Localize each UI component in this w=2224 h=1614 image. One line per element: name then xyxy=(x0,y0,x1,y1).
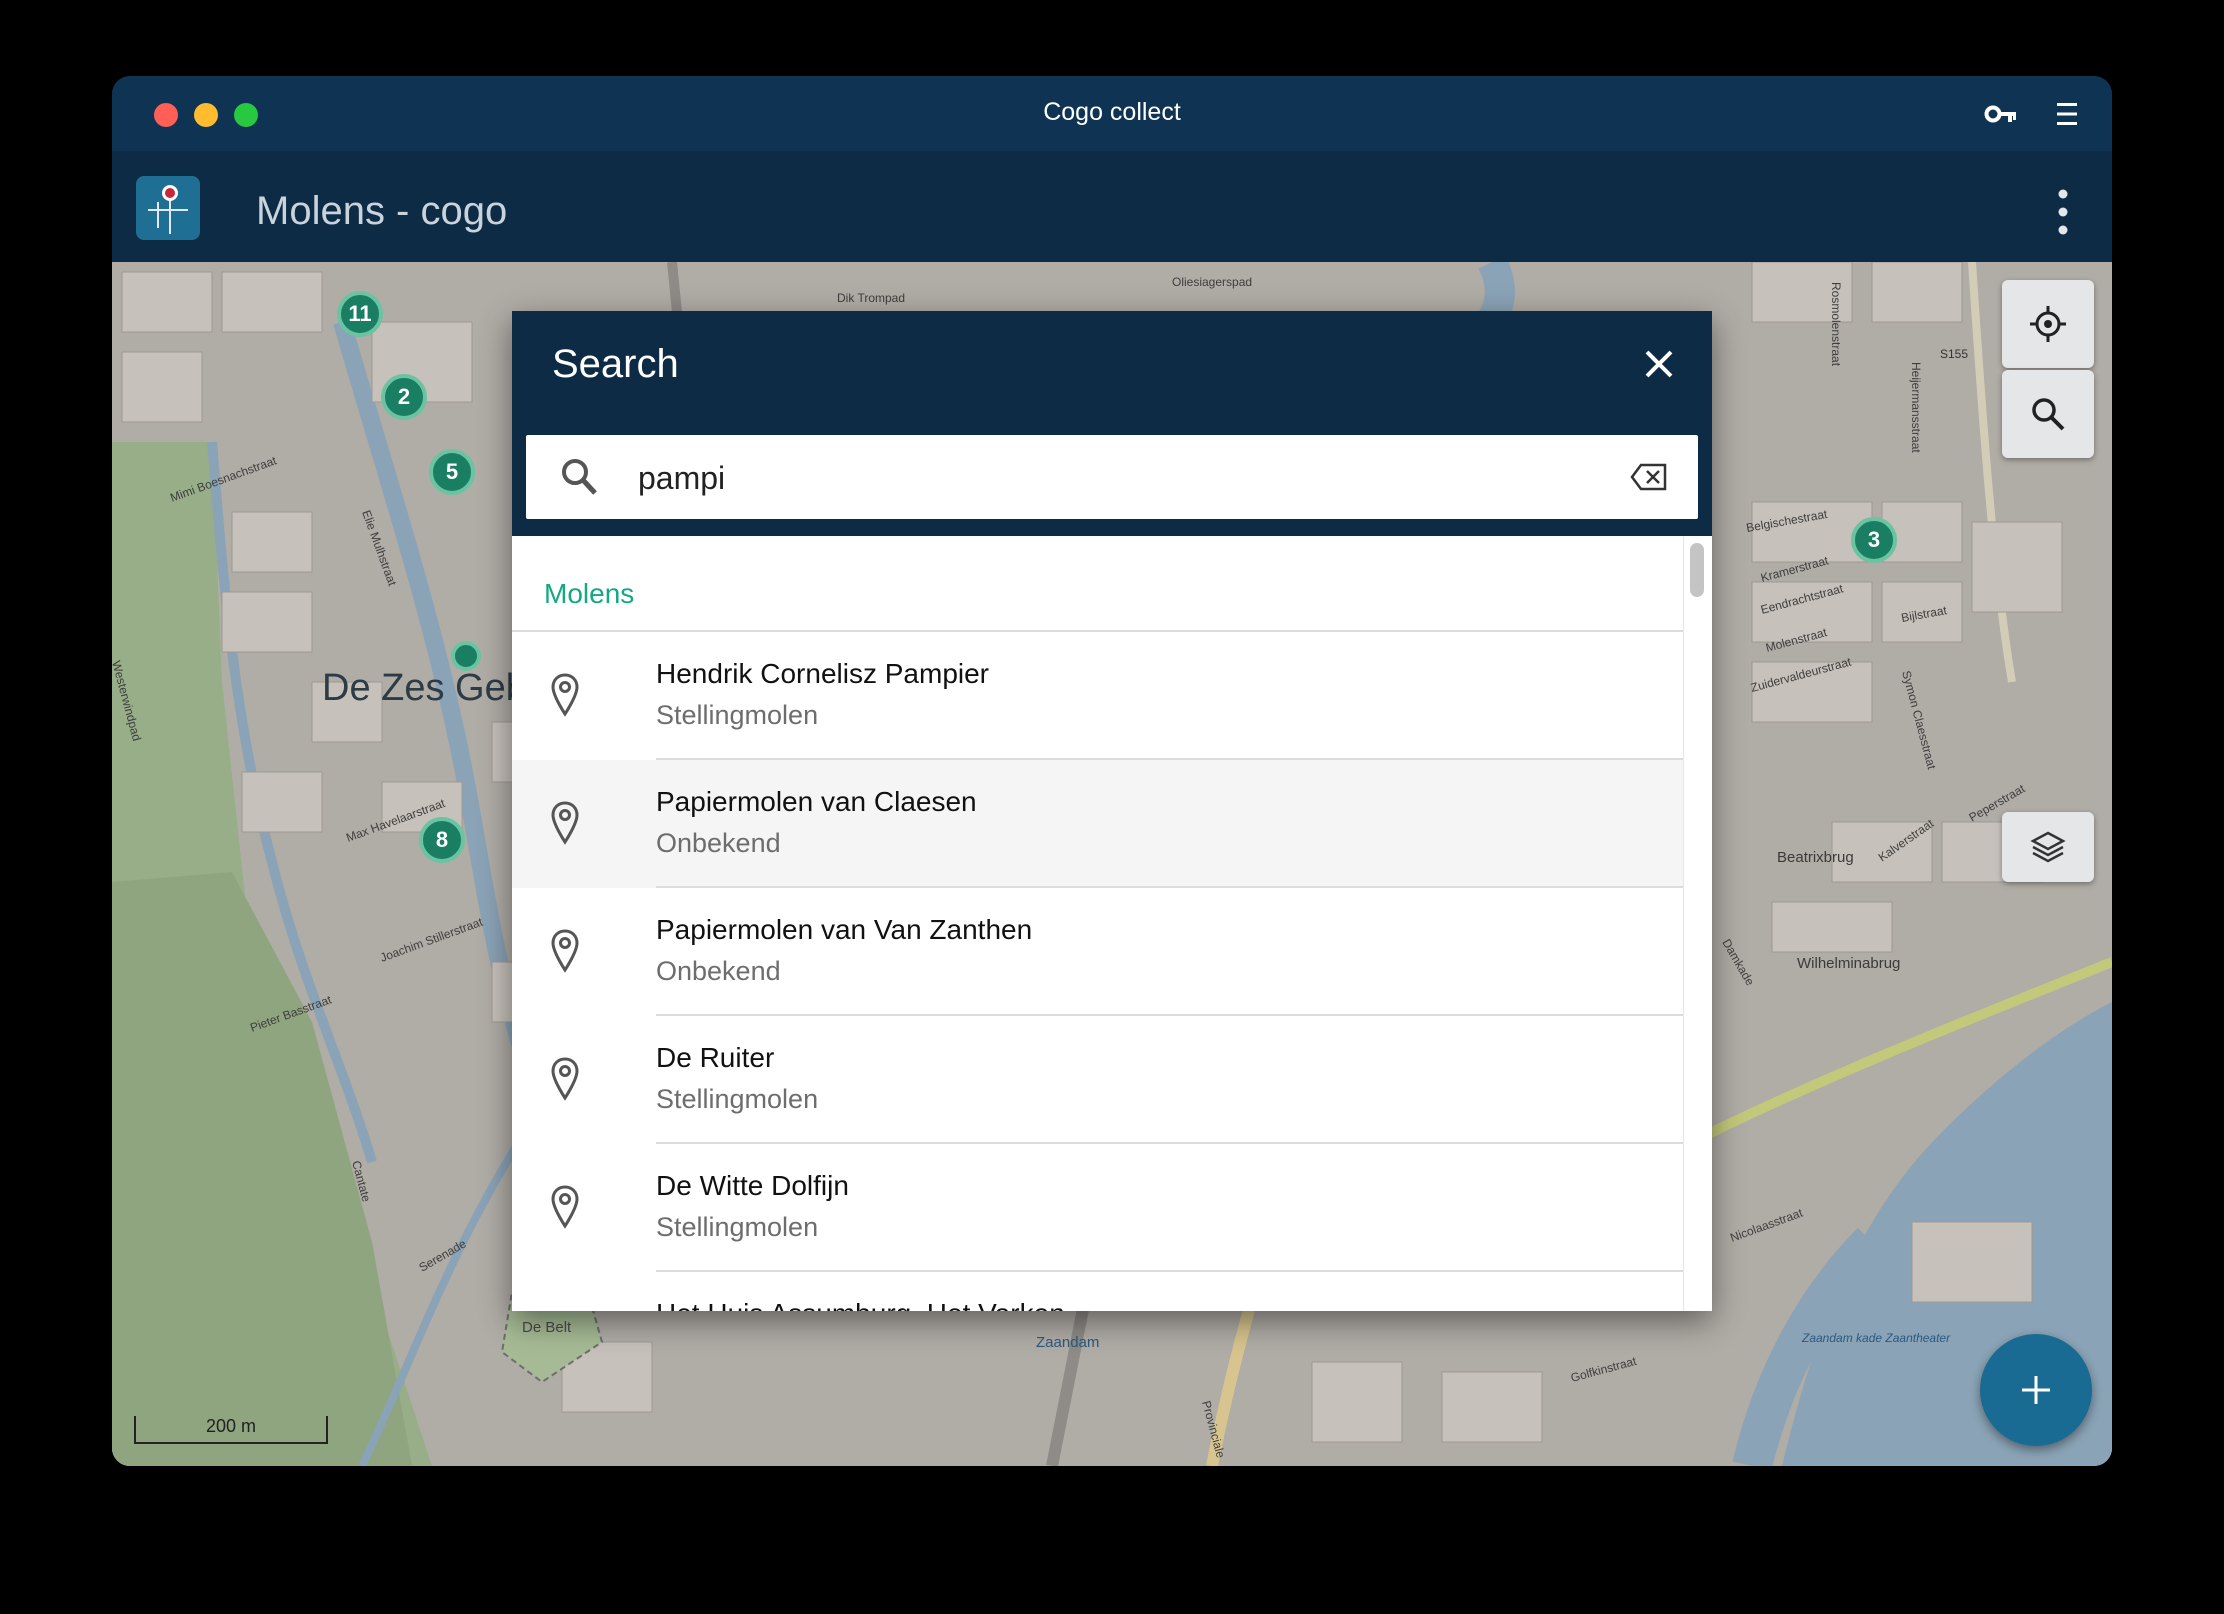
map-label-bridge: Beatrixbrug xyxy=(1777,849,1854,866)
search-result-item[interactable]: Het Huis Assumburg, Het Varken xyxy=(512,1272,1684,1311)
result-name: De Witte Dolfijn xyxy=(656,1170,849,1201)
map-label-road: S155 xyxy=(1940,347,1968,361)
search-result-item[interactable]: De Ruiter Stellingmolen xyxy=(512,1016,1684,1144)
result-name: Papiermolen van Claesen xyxy=(656,786,977,817)
result-type: Stellingmolen xyxy=(656,700,819,730)
map-scale-bar: 200 m xyxy=(134,1416,328,1444)
results-section-label: Molens xyxy=(544,578,635,609)
search-result-item[interactable]: Papiermolen van Van Zanthen Onbekend xyxy=(512,888,1684,1016)
search-dialog-title: Search xyxy=(552,342,679,386)
search-dialog: Search Molens xyxy=(512,311,1712,1311)
location-pin-icon xyxy=(551,801,579,845)
search-dialog-header: Search xyxy=(512,311,1712,536)
hamburger-menu-icon[interactable] xyxy=(2056,100,2078,128)
layers-button[interactable] xyxy=(2002,812,2094,882)
result-type: Onbekend xyxy=(656,828,781,858)
search-box xyxy=(526,435,1698,519)
close-icon[interactable] xyxy=(1644,349,1674,379)
results-scrollbar-thumb[interactable] xyxy=(1690,543,1704,597)
locate-button[interactable] xyxy=(2002,280,2094,368)
result-name: Papiermolen van Van Zanthen xyxy=(656,914,1033,945)
search-icon xyxy=(2032,398,2065,431)
map-street-label: Oliesiagerspad xyxy=(1172,275,1252,289)
window-title: Cogo collect xyxy=(1043,98,1181,126)
result-name: Het Huis Assumburg, Het Varken xyxy=(656,1298,1065,1311)
crosshair-icon xyxy=(2030,306,2066,342)
app-window: Cogo collect Molens - cogo De Belt De Ze… xyxy=(112,76,2112,1466)
map-street-label: Rosmolenstraat xyxy=(1829,282,1843,367)
result-type: Stellingmolen xyxy=(656,1212,819,1242)
map-search-button[interactable] xyxy=(2002,370,2094,458)
backspace-clear-icon[interactable] xyxy=(1630,463,1668,491)
map-street-label: Dik Trompad xyxy=(837,291,905,305)
results-scrollbar-track[interactable] xyxy=(1683,536,1712,1311)
map-label-theater: Zaandam kade Zaantheater xyxy=(1801,1331,1951,1345)
plus-icon xyxy=(2022,1376,2050,1404)
search-result-item[interactable]: Hendrik Cornelisz Pampier Stellingmolen xyxy=(512,632,1684,760)
search-input[interactable] xyxy=(636,449,1600,507)
results-section-header: Molens xyxy=(512,536,1684,632)
map-label-bridge2: Wilhelminabrug xyxy=(1797,955,1900,972)
result-type: Onbekend xyxy=(656,956,781,986)
layers-icon xyxy=(2030,831,2066,863)
cluster-marker-small[interactable] xyxy=(451,641,481,671)
cluster-marker[interactable]: 11 xyxy=(337,291,383,337)
map-label-belt: De Belt xyxy=(522,1319,572,1336)
app-bar: Molens - cogo xyxy=(112,151,2112,262)
cluster-marker[interactable]: 3 xyxy=(1851,517,1897,563)
app-title: Molens - cogo xyxy=(256,189,508,233)
add-feature-button[interactable] xyxy=(1980,1334,2092,1446)
search-result-item[interactable]: De Witte Dolfijn Stellingmolen xyxy=(512,1144,1684,1272)
map-street-label: Heijermansstraat xyxy=(1909,362,1923,453)
map-label-station: Zaandam xyxy=(1036,1334,1099,1351)
location-pin-icon xyxy=(551,1185,579,1229)
cluster-marker[interactable]: 5 xyxy=(429,449,475,495)
app-logo-icon xyxy=(136,176,200,240)
result-name: De Ruiter xyxy=(656,1042,775,1073)
location-pin-icon xyxy=(551,1057,579,1101)
map-label-district: De Zes Gebr xyxy=(322,667,540,709)
search-result-item[interactable]: Papiermolen van Claesen Onbekend xyxy=(512,760,1684,888)
result-name: Hendrik Cornelisz Pampier xyxy=(656,658,990,689)
window-titlebar: Cogo collect xyxy=(112,76,2112,151)
more-options-icon[interactable] xyxy=(2058,189,2068,235)
cluster-marker[interactable]: 2 xyxy=(381,374,427,420)
result-type: Stellingmolen xyxy=(656,1084,819,1114)
location-pin-icon xyxy=(551,673,579,717)
location-pin-icon xyxy=(551,929,579,973)
cluster-marker[interactable]: 8 xyxy=(419,817,465,863)
search-icon xyxy=(562,459,597,495)
key-icon[interactable] xyxy=(1984,100,2018,128)
search-results-list[interactable]: Molens Hendrik Cornelisz Pampier Stellin… xyxy=(512,536,1684,1311)
